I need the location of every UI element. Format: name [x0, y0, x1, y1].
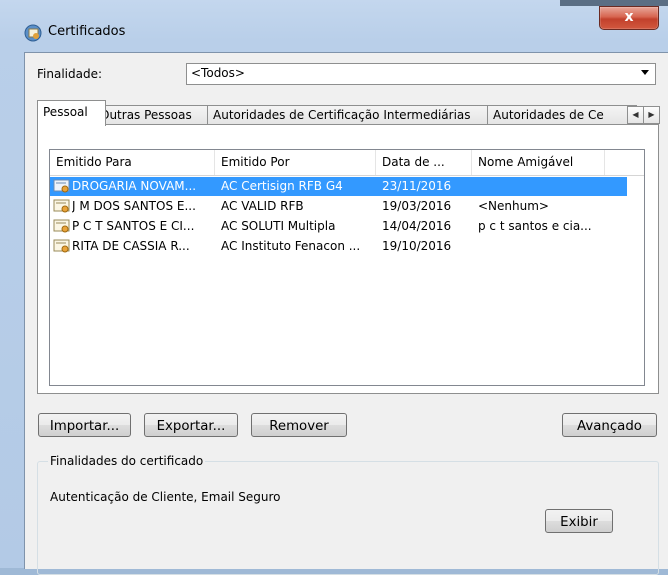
certificate-icon	[53, 179, 70, 193]
certificate-icon	[53, 219, 70, 233]
certificate-icon	[53, 199, 70, 213]
remover-button[interactable]: Remover	[251, 413, 347, 437]
column-nome-amigavel[interactable]: Nome Amigável	[472, 150, 605, 175]
tab-strip: Pessoal Outras Pessoas Autoridades de Ce…	[37, 100, 660, 126]
table-row[interactable]: P C T SANTOS E CI... AC SOLUTI Multipla …	[50, 217, 644, 236]
column-emitido-para[interactable]: Emitido Para	[50, 150, 215, 175]
list-header: Emitido Para Emitido Por Data de ... Nom…	[50, 150, 644, 176]
cell-nome-amigavel: p c t santos e cia...	[478, 219, 592, 233]
cell-emitido-para: P C T SANTOS E CI...	[72, 219, 195, 233]
tab-autoridades-intermediarias[interactable]: Autoridades de Certificação Intermediári…	[207, 105, 499, 126]
cell-emitido-por: AC Certisign RFB G4	[221, 179, 343, 193]
tab-outras-pessoas[interactable]: Outras Pessoas	[94, 105, 219, 126]
tab-autoridades-raiz[interactable]: Autoridades de Ce	[487, 105, 637, 126]
dialog-client-area: Finalidade: <Todos> Pessoal Outras Pesso…	[24, 52, 668, 575]
cell-emitido-por: AC SOLUTI Multipla	[221, 219, 336, 233]
finalidades-text: Autenticação de Cliente, Email Seguro	[50, 490, 281, 504]
cell-data: 23/11/2016	[382, 179, 452, 193]
certificates-window: Certificados x Finalidade: <Todos> Pesso…	[0, 0, 668, 575]
certificates-list[interactable]: Emitido Para Emitido Por Data de ... Nom…	[49, 149, 645, 386]
exibir-button[interactable]: Exibir	[545, 509, 613, 533]
finalidade-select[interactable]: <Todos>	[186, 63, 656, 85]
exportar-button[interactable]: Exportar...	[144, 413, 238, 437]
cell-emitido-para: J M DOS SANTOS E...	[72, 199, 196, 213]
cell-emitido-por: AC Instituto Fenacon ...	[221, 239, 361, 253]
chevron-down-icon[interactable]	[641, 70, 649, 75]
finalidade-label: Finalidade:	[37, 67, 103, 81]
table-row[interactable]: RITA DE CASSIA R... AC Instituto Fenacon…	[50, 237, 644, 256]
table-row[interactable]: DROGARIA NOVAM... AC Certisign RFB G4 23…	[50, 177, 644, 196]
importar-button[interactable]: Importar...	[38, 413, 131, 437]
cell-nome-amigavel	[478, 237, 618, 256]
finalidade-value: <Todos>	[191, 66, 245, 80]
tab-scroll-right-icon[interactable]: ▶	[643, 106, 660, 124]
tab-pessoal[interactable]: Pessoal	[37, 100, 106, 126]
avancado-button[interactable]: Avançado	[562, 413, 657, 437]
close-button[interactable]: x	[599, 6, 659, 30]
cell-emitido-para: DROGARIA NOVAM...	[72, 179, 197, 193]
finalidades-group-label: Finalidades do certificado	[48, 454, 206, 468]
cell-emitido-para: RITA DE CASSIA R...	[72, 239, 190, 253]
cell-emitido-por: AC VALID RFB	[221, 199, 304, 213]
tab-panel-pessoal: Emitido Para Emitido Por Data de ... Nom…	[37, 124, 659, 394]
cell-nome-amigavel: <Nenhum>	[478, 199, 549, 213]
cell-data: 19/03/2016	[382, 199, 452, 213]
table-row[interactable]: J M DOS SANTOS E... AC VALID RFB 19/03/2…	[50, 197, 644, 216]
cell-nome-amigavel	[478, 177, 618, 196]
close-icon: x	[624, 9, 634, 25]
certificate-manager-icon	[24, 24, 42, 42]
certificate-icon	[53, 239, 70, 253]
column-data[interactable]: Data de ...	[376, 150, 472, 175]
tab-scroll-left-icon[interactable]: ◀	[627, 106, 644, 124]
cell-data: 19/10/2016	[382, 239, 452, 253]
title-bar[interactable]: Certificados x	[0, 0, 668, 50]
window-title: Certificados	[48, 24, 126, 39]
finalidades-group: Finalidades do certificado Autenticação …	[37, 454, 659, 575]
cell-data: 14/04/2016	[382, 219, 452, 233]
column-emitido-por[interactable]: Emitido Por	[215, 150, 376, 175]
